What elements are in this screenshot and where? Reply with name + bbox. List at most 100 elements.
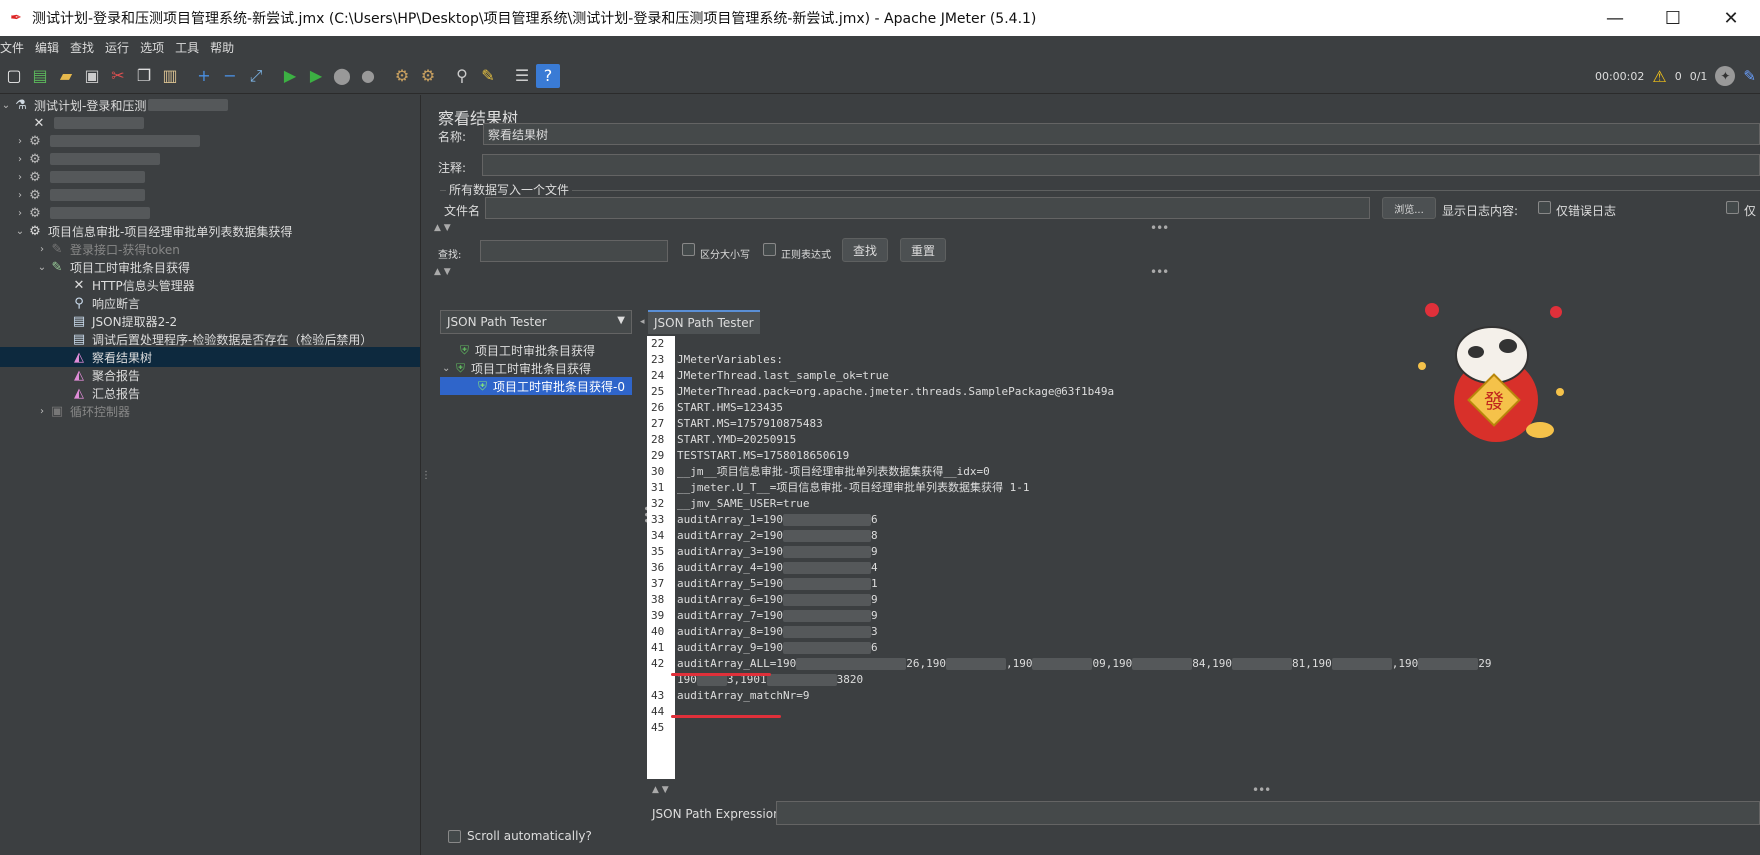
maximize-button[interactable]: ☐ <box>1644 0 1702 36</box>
code-line: auditArray_4=190 4 <box>677 561 878 574</box>
collapse-arrows-icon[interactable]: ▲ ▼ <box>652 785 669 795</box>
open-icon[interactable]: ▰ <box>54 64 78 88</box>
filename-field[interactable] <box>485 197 1370 219</box>
close-button[interactable]: ✕ <box>1702 0 1760 36</box>
expand-icon[interactable]: + <box>192 64 216 88</box>
chevron-down-icon[interactable]: ⌄ <box>442 363 456 374</box>
menu-search[interactable]: 查找 <box>70 39 99 56</box>
tree-node-json-extractor[interactable]: ▤ JSON提取器2-2 <box>70 311 177 331</box>
redacted-value <box>945 658 1006 670</box>
warning-icon[interactable]: ⚠ <box>1652 67 1666 86</box>
browse-button[interactable]: 浏览... <box>1382 197 1436 219</box>
toggle-icon[interactable]: ⤢ <box>244 64 268 88</box>
errors-only-checkbox[interactable] <box>1538 201 1551 214</box>
save-icon[interactable]: ▣ <box>80 64 104 88</box>
help-icon[interactable]: ? <box>536 63 560 88</box>
tree-node-thread-group[interactable]: › ⚙ <box>14 203 150 223</box>
renderer-select[interactable]: JSON Path Tester ▼ <box>440 310 632 334</box>
minimize-button[interactable]: — <box>1586 0 1644 36</box>
expression-input[interactable] <box>776 801 1760 825</box>
result-item[interactable]: ⛨ 项目工时审批条目获得 <box>460 341 595 359</box>
chevron-right-icon[interactable]: › <box>14 172 26 183</box>
tree-node-header-manager[interactable]: ✕ HTTP信息头管理器 <box>70 275 195 295</box>
chevron-right-icon[interactable]: › <box>14 190 26 201</box>
splitter-grip-icon[interactable]: ••• <box>1150 265 1169 279</box>
shutdown-icon[interactable]: ● <box>356 64 380 88</box>
new-icon[interactable]: ▢ <box>2 64 26 88</box>
chevron-right-icon[interactable]: › <box>36 406 48 417</box>
menu-options[interactable]: 选项 <box>140 39 169 56</box>
tree-node-thread-group[interactable]: › ⚙ <box>14 149 160 169</box>
success-only-checkbox[interactable] <box>1726 201 1739 214</box>
tree-node-test-plan[interactable]: ⌄ ⚗ 测试计划-登录和压测 <box>0 95 229 115</box>
menu-tools[interactable]: 工具 <box>175 39 204 56</box>
redacted-text <box>148 99 229 111</box>
scroll-automatically[interactable]: Scroll automatically? <box>448 829 592 843</box>
tab-json-path-tester[interactable]: JSON Path Tester <box>648 310 760 334</box>
chevron-down-icon[interactable]: ⌄ <box>14 226 26 237</box>
code-line: auditArray_8=190 3 <box>677 625 878 638</box>
function-helper-icon[interactable]: ☰ <box>510 64 534 88</box>
find-button[interactable]: 查找 <box>842 238 888 262</box>
reset-search-icon[interactable]: ✎ <box>476 64 500 88</box>
tree-node-debug-postprocessor[interactable]: ▤ 调试后置处理程序-检验数据是否存在（检验后禁用） <box>70 329 373 349</box>
code-line: auditArray_ALL=190 26,190,190 09,190 84,190… <box>677 657 1492 670</box>
tree-node-aggregate-report[interactable]: ◭ 聚合报告 <box>70 365 140 385</box>
tree-node-sampler[interactable]: ⌄ ✎ 项目工时审批条目获得 <box>36 257 190 277</box>
tree-node-login-sampler[interactable]: › ✎ 登录接口-获得token <box>36 239 180 259</box>
tree-node-loop-controller[interactable]: › ▣ 循环控制器 <box>36 401 130 421</box>
regex-checkbox[interactable] <box>763 243 776 256</box>
collapse-arrows-icon[interactable]: ◂ <box>640 317 645 327</box>
chevron-down-icon[interactable]: ⌄ <box>36 262 48 273</box>
line-number: 28 <box>651 433 665 446</box>
cut-icon[interactable]: ✂ <box>106 64 130 88</box>
code-line: JMeterVariables: <box>677 353 783 366</box>
remote-icon[interactable]: ✦ <box>1715 66 1736 86</box>
tree-node-thread-group[interactable]: › ⚙ <box>14 167 145 187</box>
response-text[interactable]: JMeterVariables: JMeterThread.last_sample… <box>675 336 1760 779</box>
collapse-arrows-icon[interactable]: ▲ ▼ <box>434 223 451 233</box>
redacted-text <box>54 117 144 129</box>
clear-icon[interactable]: ⚙ <box>390 64 414 88</box>
tree-node-thread-group[interactable]: › ⚙ <box>14 131 200 151</box>
comment-field[interactable] <box>482 154 1760 176</box>
menu-edit[interactable]: 编辑 <box>35 39 64 56</box>
name-field[interactable] <box>483 123 1760 145</box>
chevron-right-icon[interactable]: › <box>14 208 26 219</box>
code-line: auditArray_9=190 6 <box>677 641 878 654</box>
clear-all-icon[interactable]: ⚙ <box>416 64 440 88</box>
templates-icon[interactable]: ▤ <box>28 64 52 88</box>
case-sensitive-checkbox[interactable] <box>682 243 695 256</box>
start-icon[interactable]: ▶ <box>278 64 302 88</box>
tree-node-assertion[interactable]: ⚲ 响应断言 <box>70 293 140 313</box>
collapse-arrows-icon[interactable]: ▲ ▼ <box>434 267 451 277</box>
tree-node-results-tree[interactable]: ◭ 察看结果树 <box>0 347 420 367</box>
chevron-right-icon[interactable]: › <box>14 136 26 147</box>
tree-node-thread-group-audit[interactable]: ⌄ ⚙ 项目信息审批-项目经理审批单列表数据集获得 <box>14 221 293 241</box>
menu-file[interactable]: 文件 <box>0 39 29 56</box>
chevron-down-icon[interactable]: ⌄ <box>0 100 12 111</box>
menu-run[interactable]: 运行 <box>105 39 134 56</box>
copy-icon[interactable]: ❐ <box>132 64 156 88</box>
menu-help[interactable]: 帮助 <box>210 39 239 56</box>
search-icon[interactable]: ⚲ <box>450 64 474 88</box>
paste-icon[interactable]: ▥ <box>158 64 182 88</box>
tree-node-thread-group[interactable]: › ⚙ <box>14 185 145 205</box>
splitter-grip-icon[interactable]: ••• <box>1252 783 1271 797</box>
splitter-grip-icon[interactable]: ••• <box>1150 221 1169 235</box>
scroll-auto-checkbox[interactable] <box>448 829 461 843</box>
start-no-pauses-icon[interactable]: ▶ <box>304 64 328 88</box>
chevron-right-icon[interactable]: › <box>36 244 48 255</box>
result-item[interactable]: ⌄ ⛨ 项目工时审批条目获得 <box>442 359 591 377</box>
tree-node-summary-report[interactable]: ◭ 汇总报告 <box>70 383 140 403</box>
menu-bar: 文件 编辑 查找 运行 选项 工具 帮助 <box>0 36 1760 58</box>
collapse-icon[interactable]: − <box>218 64 242 88</box>
tree-node-config[interactable]: ✕ <box>30 113 144 133</box>
search-input[interactable] <box>480 240 668 262</box>
reset-button[interactable]: 重置 <box>900 238 946 262</box>
brush-icon[interactable]: ✎ <box>1743 67 1756 85</box>
chevron-right-icon[interactable]: › <box>14 154 26 165</box>
result-item-selected[interactable]: ⛨ 项目工时审批条目获得-0 <box>440 377 632 395</box>
stop-icon[interactable]: ⬤ <box>330 64 354 88</box>
